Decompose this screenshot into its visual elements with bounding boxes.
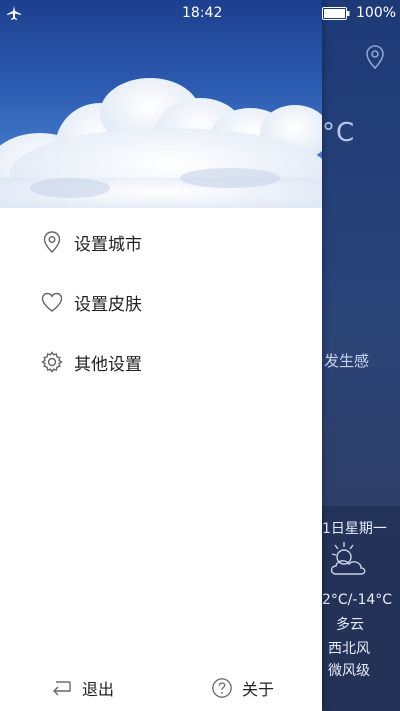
navigation-drawer: 设置城市 设置皮肤 其他设置 退出 关于 [0,0,322,711]
menu-item-set-city[interactable]: 设置城市 [0,212,322,272]
exit-arrow-icon [53,681,71,696]
location-icon[interactable] [364,44,386,70]
menu-item-label: 设置城市 [74,234,142,255]
gear-icon [41,351,63,373]
exit-label: 退出 [82,680,115,699]
forecast-temp-range: 2°C/-14°C [322,592,393,608]
menu-item-other-settings[interactable]: 其他设置 [0,332,322,392]
feels-text-fragment: 发生感 [324,352,370,370]
menu-item-label: 其他设置 [74,354,142,375]
heart-icon [41,292,63,312]
exit-button[interactable]: 退出 [50,668,114,708]
status-time: 18:42 [182,5,223,21]
menu-item-set-skin[interactable]: 设置皮肤 [0,272,322,332]
cloudy-weather-icon [330,542,366,575]
location-pin-icon [43,231,61,253]
about-button[interactable]: 关于 [210,668,274,708]
menu-item-label: 设置皮肤 [74,294,142,315]
question-circle-icon [212,678,232,698]
battery-percent: 100% [356,5,397,21]
drawer-header-image [0,0,322,208]
drawer-footer: 退出 关于 [0,668,322,708]
cloud-illustration [0,78,322,208]
current-temp-fragment: °C [322,118,356,148]
airplane-mode-icon [7,6,21,20]
drawer-menu: 设置城市 设置皮肤 其他设置 [0,212,322,392]
forecast-date: 1日星期一 [322,521,387,537]
battery-icon [322,7,350,20]
status-bar: 18:42 100% [0,0,400,28]
about-label: 关于 [242,680,275,699]
